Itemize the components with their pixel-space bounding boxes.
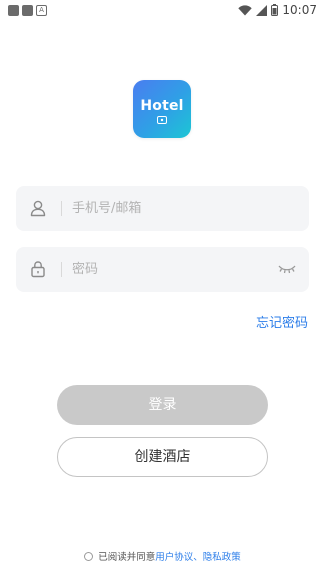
notification-square-icon: [8, 5, 19, 16]
status-bar: A 10:07: [0, 0, 325, 24]
user-icon: [30, 200, 46, 217]
terms-link[interactable]: 用户协议: [155, 549, 193, 563]
password-input[interactable]: [72, 247, 262, 292]
status-time: 10:07: [282, 3, 317, 17]
app-logo: Hotel: [133, 80, 191, 138]
account-input[interactable]: [72, 186, 262, 231]
forgot-password-link[interactable]: 忘记密码: [256, 312, 308, 331]
notification-square-icon: [22, 5, 33, 16]
login-button[interactable]: 登录: [57, 385, 268, 425]
agreement-prefix: 已阅读并同意: [98, 552, 156, 563]
field-divider: [61, 201, 62, 216]
password-field[interactable]: [16, 247, 309, 292]
logo-badge-icon: [157, 116, 167, 124]
field-divider: [61, 262, 62, 277]
account-field[interactable]: [16, 186, 309, 231]
status-left-icons: A: [8, 5, 47, 16]
logo-text: Hotel: [140, 98, 184, 114]
status-right-icons: 10:07: [238, 3, 317, 17]
agreement-separator: 、: [193, 552, 203, 563]
agreement-checkbox[interactable]: [84, 551, 94, 561]
eye-closed-icon[interactable]: [277, 261, 297, 277]
privacy-link[interactable]: 隐私政策: [203, 549, 241, 563]
a-notification-icon: A: [36, 5, 47, 16]
create-hotel-button[interactable]: 创建酒店: [57, 437, 268, 477]
lock-icon: [31, 261, 45, 278]
battery-icon: [271, 4, 279, 16]
agreement-row: 已阅读并同意 用户协议 、 隐私政策: [0, 549, 325, 563]
wifi-icon: [238, 4, 253, 15]
signal-icon: [256, 4, 268, 16]
